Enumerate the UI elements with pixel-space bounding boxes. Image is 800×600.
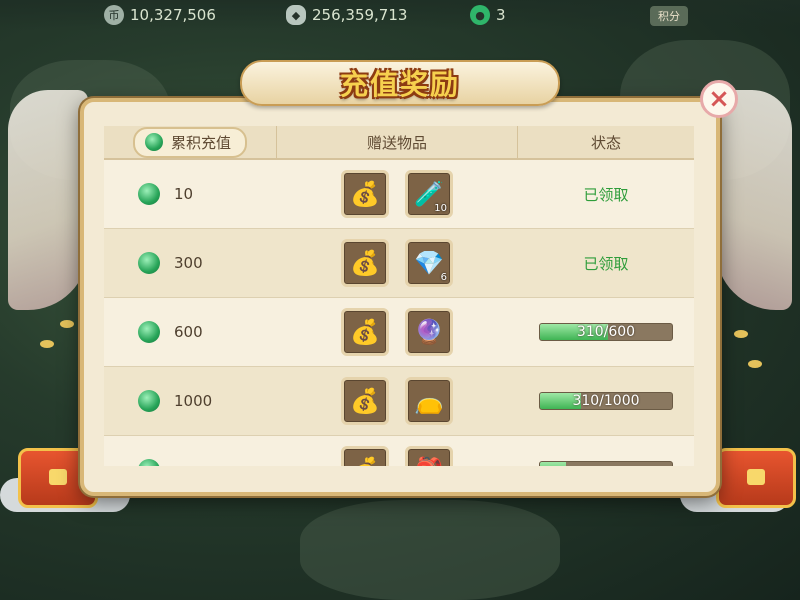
reward-items: 💰 🧪 10 (276, 170, 518, 218)
reward-item[interactable]: 🧪 10 (405, 170, 453, 218)
table-row: 600 💰 🔮 310/600 (104, 298, 694, 367)
gift-pouch-icon: 👝 (414, 387, 444, 415)
jade-icon (138, 390, 160, 412)
header-amount-label: 累积充值 (170, 133, 231, 152)
dialog-title: 充值奖励 (339, 68, 460, 101)
recharge-amount: 1000 (104, 390, 276, 412)
coin-decoration (60, 320, 74, 328)
jade-icon (138, 459, 160, 466)
crystal-shard-icon: 💎 (414, 249, 444, 277)
reward-items: 💰 💎 6 (276, 239, 518, 287)
resource-silver: 币 10,327,506 (104, 4, 216, 26)
treasure-chest-icon (716, 448, 796, 508)
header-amount-pill: 累积充值 (132, 126, 247, 158)
reward-table: 累积充值 赠送物品 状态 10 💰 🧪 10 已领取 300 💰 💎 6 已领取… (104, 126, 694, 466)
reward-item[interactable]: 💰 (341, 170, 389, 218)
reward-status: 已领取 (518, 184, 694, 205)
item-count: 10 (434, 203, 447, 214)
reward-status: 310/600 (518, 323, 694, 341)
money-bag-icon: 💰 (350, 458, 380, 466)
reward-status (518, 461, 694, 466)
progress-text: 310/600 (576, 324, 636, 340)
resource-value: 10,327,506 (130, 6, 216, 24)
points-button[interactable]: 积分 (650, 6, 688, 26)
amount-value: 10 (174, 185, 194, 203)
reward-items: 💰 🔮 (276, 308, 518, 356)
reward-status: 310/1000 (518, 392, 694, 410)
reward-item[interactable]: 🎒 (405, 446, 453, 466)
resource-jade: ● 3 (470, 4, 506, 26)
reward-item[interactable]: 🔮 (405, 308, 453, 356)
progress-text: 310/1000 (572, 393, 640, 409)
jade-icon (138, 183, 160, 205)
reward-items: 💰 👝 (276, 377, 518, 425)
amount-value: 300 (174, 254, 203, 272)
progress-bar (539, 461, 673, 466)
money-bag-icon: 💰 (350, 249, 380, 277)
amount-value: 1000 (174, 392, 213, 410)
dialog-title-plate: 充值奖励 (240, 60, 560, 106)
table-row: 💰 🎒 (104, 436, 694, 466)
table-row: 1000 💰 👝 310/1000 (104, 367, 694, 436)
table-row: 300 💰 💎 6 已领取 (104, 229, 694, 298)
progress-bar: 310/600 (539, 323, 673, 341)
recharge-amount (104, 459, 276, 466)
background-rock (300, 500, 560, 600)
coin-decoration (734, 330, 748, 338)
silver-coin-icon: 币 (104, 5, 124, 25)
recharge-amount: 600 (104, 321, 276, 343)
table-header: 累积充值 赠送物品 状态 (104, 126, 694, 160)
resource-value: 3 (496, 6, 506, 24)
ingot-icon: ◆ (286, 5, 306, 25)
table-row: 10 💰 🧪 10 已领取 (104, 160, 694, 229)
amount-value: 600 (174, 323, 203, 341)
reward-item[interactable]: 💰 (341, 308, 389, 356)
header-rewards: 赠送物品 (276, 126, 518, 158)
reward-status: 已领取 (518, 253, 694, 274)
jade-icon (138, 321, 160, 343)
jade-icon (138, 252, 160, 274)
reward-item[interactable]: 💰 (341, 377, 389, 425)
reward-items: 💰 🎒 (276, 446, 518, 466)
header-amount: 累积充值 (104, 126, 276, 158)
reward-item[interactable]: 👝 (405, 377, 453, 425)
reward-item[interactable]: 💰 (341, 446, 389, 466)
item-count: 6 (440, 272, 447, 283)
reward-item[interactable]: 💎 6 (405, 239, 453, 287)
table-body: 10 💰 🧪 10 已领取 300 💰 💎 6 已领取 600 💰 🔮 310/… (104, 160, 694, 466)
progress-text (540, 462, 672, 466)
resource-ingot: ◆ 256,359,713 (286, 4, 407, 26)
money-bag-icon: 💰 (350, 318, 380, 346)
jade-icon: ● (470, 5, 490, 25)
recharge-amount: 300 (104, 252, 276, 274)
header-status: 状态 (590, 133, 621, 152)
money-bag-icon: 💰 (350, 180, 380, 208)
resource-bar: 币 10,327,506 ◆ 256,359,713 ● 3 积分 (0, 0, 800, 30)
red-pouch-icon: 🎒 (414, 458, 444, 466)
claimed-status: 已领取 (583, 254, 629, 273)
coin-decoration (40, 340, 54, 348)
close-button[interactable]: × (700, 80, 738, 118)
money-bag-icon: 💰 (350, 387, 380, 415)
recharge-amount: 10 (104, 183, 276, 205)
claimed-status: 已领取 (583, 185, 629, 204)
ribbon-decoration-right (716, 90, 792, 310)
ribbon-decoration-left (8, 90, 88, 310)
crystal-orb-icon: 🔮 (414, 318, 444, 346)
jade-icon (144, 133, 163, 151)
reward-item[interactable]: 💰 (341, 239, 389, 287)
progress-bar: 310/1000 (539, 392, 673, 410)
coin-decoration (748, 360, 762, 368)
resource-value: 256,359,713 (312, 6, 408, 24)
